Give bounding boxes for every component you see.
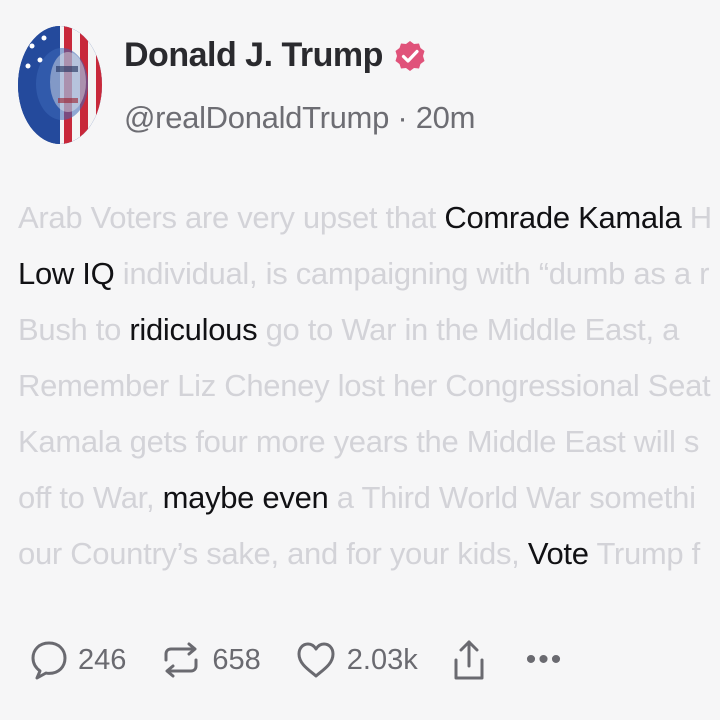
post-text: Arab Voters are very upset that (18, 200, 445, 235)
post-time[interactable]: 20m (416, 100, 476, 135)
highlighted-phrase: ridiculous (129, 312, 258, 347)
highlighted-phrase: maybe even (162, 480, 329, 515)
highlighted-phrase: Comrade Kamala (444, 200, 682, 235)
avatar-image (18, 26, 102, 144)
post-line: Remember Liz Cheney lost her Congression… (18, 358, 720, 414)
post-text: our Country’s sake, and for your kids, (18, 536, 528, 571)
post-text: off to War, (18, 480, 163, 515)
post-text: Remember Liz Cheney lost her Congression… (18, 368, 711, 403)
avatar[interactable] (18, 26, 102, 144)
post-text: individual, is campaigning with “dumb as… (114, 256, 710, 291)
post-text: go to War in the Middle East, a (257, 312, 680, 347)
post-text: a Third World War somethi (328, 480, 696, 515)
highlighted-phrase: Vote (527, 536, 589, 571)
reply-count: 246 (78, 643, 127, 676)
post-text: Trump f (588, 536, 700, 571)
repost-button[interactable]: 658 (160, 640, 261, 680)
heart-icon (297, 642, 335, 678)
post-line: off to War, maybe even a Third World War… (18, 470, 720, 526)
reply-button[interactable]: 246 (30, 640, 126, 680)
post-text: Kamala gets four more years the Middle E… (18, 424, 700, 459)
verified-badge-icon (395, 40, 425, 71)
post-body: Arab Voters are very upset that Comrade … (18, 190, 720, 582)
repost-count: 658 (212, 643, 261, 676)
post-line: Bush to ridiculous go to War in the Midd… (18, 302, 720, 358)
post-line: our Country’s sake, and for your kids, V… (18, 526, 720, 582)
highlighted-phrase: Low IQ (18, 256, 115, 291)
like-button[interactable]: 2.03k (295, 640, 418, 680)
post-line: Kamala gets four more years the Middle E… (18, 414, 720, 470)
post-text: H (681, 200, 712, 235)
share-button[interactable] (452, 638, 496, 682)
repost-icon (164, 642, 198, 678)
post-line: Low IQ individual, is campaigning with “… (18, 246, 720, 302)
author-meta: @realDonaldTrump · 20m (124, 100, 475, 136)
reply-icon (31, 641, 67, 680)
post-text: Bush to (18, 312, 130, 347)
author-name-row: Donald J. Trump (124, 36, 427, 75)
more-options-button[interactable]: ••• (526, 643, 564, 677)
author-handle[interactable]: @realDonaldTrump (124, 100, 389, 135)
post-line: Arab Voters are very upset that Comrade … (18, 190, 720, 246)
action-bar: 246 658 2.03k ••• (30, 638, 597, 682)
meta-separator: · (397, 100, 408, 135)
share-icon (454, 640, 484, 680)
more-icon: ••• (525, 643, 564, 676)
like-count: 2.03k (346, 643, 418, 676)
author-name[interactable]: Donald J. Trump (124, 36, 383, 75)
